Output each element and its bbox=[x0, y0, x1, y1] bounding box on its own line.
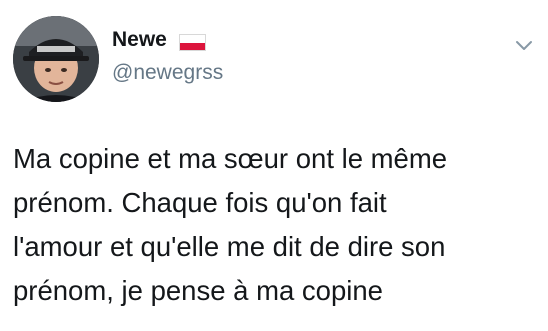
avatar[interactable] bbox=[13, 16, 99, 102]
author-handle[interactable]: @newegrss bbox=[112, 60, 223, 86]
poland-flag-icon bbox=[179, 34, 206, 51]
author-display-name[interactable]: Newe bbox=[112, 27, 167, 53]
tweet-text: Ma copine et ma sœur ont le même prénom.… bbox=[13, 143, 448, 306]
user-avatar-icon bbox=[13, 16, 99, 102]
chevron-down-icon[interactable] bbox=[515, 40, 533, 52]
tweet-card: Newe @newegrss Ma copine et ma sœur ont … bbox=[0, 0, 548, 331]
